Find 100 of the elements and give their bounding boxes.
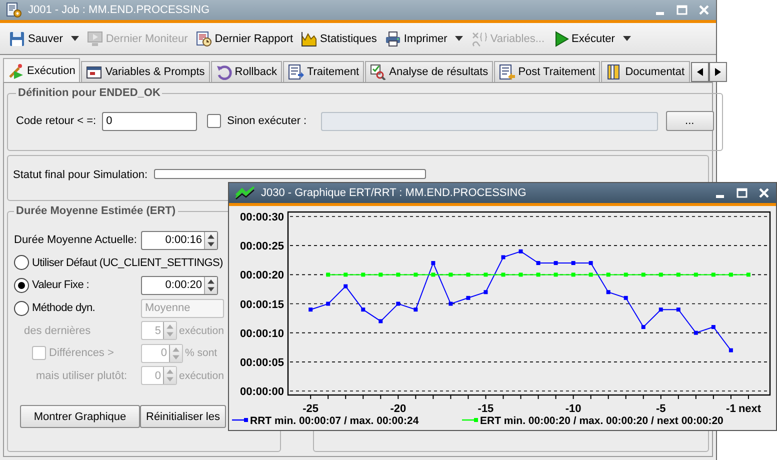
legend-icon bbox=[462, 418, 478, 422]
legend-icon bbox=[232, 418, 248, 422]
field-label: exécution bbox=[179, 370, 224, 382]
point bbox=[466, 272, 470, 277]
point bbox=[624, 296, 628, 300]
point bbox=[501, 272, 506, 277]
close-icon[interactable] bbox=[758, 187, 770, 199]
toolbar-button[interactable]: Imprimer bbox=[382, 28, 466, 48]
axis-label: 00:00:15 bbox=[240, 298, 284, 311]
chart-icon bbox=[301, 30, 318, 46]
point bbox=[711, 272, 716, 277]
point bbox=[396, 272, 400, 277]
radio-button[interactable] bbox=[14, 255, 29, 270]
point bbox=[728, 348, 733, 352]
dropdown-field[interactable] bbox=[154, 169, 426, 179]
scroll-left-button[interactable] bbox=[690, 62, 709, 82]
point bbox=[466, 296, 470, 300]
toolbar-button[interactable]: Dernier Rapport bbox=[192, 28, 296, 48]
point bbox=[484, 290, 488, 294]
radio-button[interactable] bbox=[14, 300, 29, 316]
axis-label: -10 bbox=[565, 403, 582, 415]
tab[interactable]: Variables & Prompts bbox=[81, 61, 210, 82]
axis-label: 00:00:20 bbox=[240, 270, 284, 282]
axis-label: -1 bbox=[726, 403, 736, 415]
tab[interactable]: Exécution bbox=[3, 58, 80, 82]
point bbox=[676, 272, 680, 277]
point bbox=[641, 272, 646, 277]
right-arrow-icon bbox=[714, 68, 721, 76]
point bbox=[694, 272, 698, 277]
field-label: Statut final pour Simulation: bbox=[13, 169, 148, 181]
point bbox=[624, 272, 628, 277]
report-clock-icon bbox=[196, 30, 212, 46]
window-icon bbox=[86, 64, 102, 80]
radio-label: Valeur Fixe : bbox=[32, 279, 90, 292]
magnifier-check-icon bbox=[370, 64, 386, 80]
point bbox=[536, 272, 540, 277]
tab[interactable]: Traitement bbox=[282, 61, 364, 82]
point bbox=[658, 308, 663, 312]
point bbox=[484, 272, 488, 277]
checkbox-label: Différences > bbox=[49, 347, 114, 360]
point bbox=[746, 272, 750, 277]
time-spinner[interactable]: 0:00:20 bbox=[141, 276, 218, 295]
field-label: exécution bbox=[179, 324, 224, 337]
point bbox=[728, 272, 733, 277]
radio-button[interactable] bbox=[14, 278, 29, 293]
point bbox=[588, 272, 593, 277]
point bbox=[378, 319, 383, 324]
toolbar-button[interactable]: Exécuter bbox=[550, 28, 634, 48]
maximize-icon[interactable] bbox=[736, 187, 748, 199]
legend-label: ERT min. 00:00:20 / max. 00:00:20 / next 00:00:20 bbox=[480, 415, 724, 427]
axis-label: -5 bbox=[656, 403, 666, 415]
tab[interactable]: Documentat bbox=[601, 61, 690, 82]
field-label: Durée Moyenne Actuelle: bbox=[14, 234, 138, 246]
point bbox=[501, 255, 506, 260]
wand-play-icon bbox=[8, 62, 24, 78]
action-button[interactable]: Montrer Graphique bbox=[20, 405, 140, 428]
scroll-right-button[interactable] bbox=[708, 62, 727, 82]
browse-button[interactable]: ... bbox=[666, 111, 714, 131]
checkbox[interactable] bbox=[207, 114, 222, 128]
point bbox=[536, 261, 540, 266]
point bbox=[308, 308, 313, 312]
group-title: Durée Moyenne Estimée (ERT) bbox=[15, 205, 177, 217]
input-field[interactable] bbox=[320, 112, 658, 130]
toolbar-button[interactable]: Sauver bbox=[6, 28, 82, 48]
point bbox=[361, 272, 366, 277]
tab[interactable]: Rollback bbox=[210, 61, 282, 82]
point bbox=[518, 272, 523, 277]
point bbox=[431, 261, 436, 266]
axis-label: 00:00:10 bbox=[240, 328, 284, 340]
axis-label: -20 bbox=[390, 403, 406, 415]
window-title: J001 - Job : MM.END.PROCESSING bbox=[28, 4, 210, 16]
tab[interactable]: Analyse de résultats bbox=[365, 61, 494, 82]
play-icon bbox=[552, 30, 569, 46]
undo-arrow-icon bbox=[216, 64, 232, 80]
point bbox=[344, 272, 348, 277]
tab[interactable]: Post Traitement bbox=[494, 61, 600, 82]
point bbox=[396, 302, 400, 306]
toolbar-button[interactable]: Statistiques bbox=[298, 28, 380, 48]
point bbox=[448, 302, 453, 306]
monitor-icon bbox=[86, 30, 103, 46]
point bbox=[378, 272, 383, 277]
point bbox=[518, 249, 523, 254]
legend-label: RRT min. 00:00:07 / max. 00:00:24 bbox=[250, 415, 419, 427]
axis-label: 00:00:00 bbox=[240, 386, 284, 398]
axis-label: 00:00:05 bbox=[240, 356, 284, 369]
point bbox=[711, 325, 716, 330]
point bbox=[431, 272, 436, 277]
input-field[interactable]: 0 bbox=[102, 112, 198, 130]
field-label: Code retour < =: bbox=[16, 115, 96, 127]
point bbox=[414, 308, 418, 312]
action-button[interactable]: Réinitialiser les bbox=[140, 405, 226, 428]
line-chart-icon bbox=[235, 186, 255, 200]
point bbox=[588, 261, 593, 266]
time-spinner[interactable]: 0:00:16 bbox=[141, 230, 218, 250]
point bbox=[448, 272, 453, 277]
point bbox=[554, 272, 558, 277]
point bbox=[606, 290, 610, 294]
checkbox-label: Sinon exécuter : bbox=[227, 115, 307, 127]
axis-label: -25 bbox=[302, 403, 319, 415]
axis-label: next bbox=[738, 403, 762, 415]
